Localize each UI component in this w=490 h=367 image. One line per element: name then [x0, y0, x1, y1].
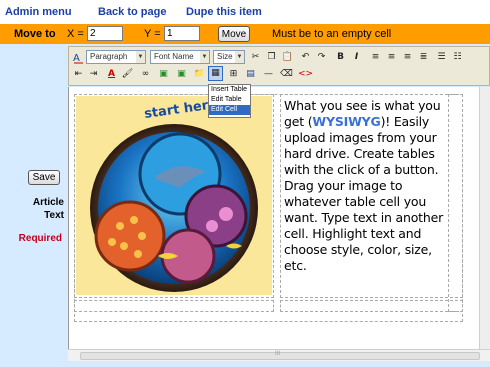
image-upload-icon[interactable]: ▣	[174, 67, 189, 82]
hr-icon[interactable]: —	[261, 67, 276, 82]
horizontal-scrollbar[interactable]: III	[68, 349, 490, 361]
thumb-grip-icon: III	[275, 351, 281, 357]
move-note: Must be to an empty cell	[272, 28, 392, 40]
outdent-icon[interactable]: ⇤	[71, 67, 86, 82]
required-label: Required	[18, 233, 62, 244]
admin-menu-link[interactable]: Admin menu	[5, 6, 72, 18]
align-center-icon[interactable]: ≡	[384, 50, 399, 65]
back-to-page-link[interactable]: Back to page	[98, 6, 166, 18]
y-label: Y =	[144, 28, 161, 40]
table-cell-empty[interactable]	[448, 94, 463, 312]
indent-icon[interactable]: ⇥	[86, 67, 101, 82]
body-text-part2: )! Easily upload images from your hard d…	[284, 114, 444, 273]
table-cell-empty[interactable]	[280, 300, 463, 312]
paste-icon[interactable]: 📋	[280, 50, 295, 65]
table-grid-icon[interactable]: ⊞	[226, 67, 241, 82]
save-button[interactable]: Save	[28, 170, 60, 185]
paragraph-select-value: Paragraph	[90, 52, 128, 61]
table-cell-empty[interactable]	[74, 300, 274, 312]
move-button[interactable]: Move	[218, 26, 250, 42]
cut-icon[interactable]: ✂	[248, 50, 263, 65]
article-label-line1: Article	[32, 197, 64, 208]
font-color-icon[interactable]: A	[104, 67, 119, 82]
unordered-list-icon[interactable]: ☷	[450, 50, 465, 65]
redo-icon[interactable]: ↷	[314, 50, 329, 65]
highlight-icon[interactable]: 🖌	[120, 67, 135, 82]
justify-icon[interactable]: ≣	[416, 50, 431, 65]
ocean-image[interactable]: start here	[76, 96, 272, 295]
font-name-select[interactable]: Font Name ▼	[150, 50, 210, 64]
svg-text:A: A	[73, 53, 80, 64]
article-text-label: Article Text	[12, 196, 64, 222]
chevron-down-icon: ▼	[136, 51, 145, 63]
article-label-line2: Text	[44, 210, 64, 221]
move-label: Move to	[14, 28, 56, 40]
undo-icon[interactable]: ↶	[298, 50, 313, 65]
spellcheck-icon[interactable]: A	[71, 50, 86, 65]
form-icon[interactable]: ▤	[243, 67, 258, 82]
y-input[interactable]	[164, 26, 200, 41]
menu-item-edit-table[interactable]: Edit Table	[209, 95, 250, 105]
x-label: X =	[67, 28, 84, 40]
top-nav: Admin menu Back to page Dupe this item	[0, 0, 490, 24]
x-input[interactable]	[87, 26, 123, 41]
ordered-list-icon[interactable]: ☰	[434, 50, 449, 65]
folder-icon[interactable]: 📁	[192, 67, 207, 82]
source-icon[interactable]: <>	[297, 67, 313, 82]
align-left-icon[interactable]: ≡	[368, 50, 383, 65]
table-icon[interactable]: ▦	[208, 66, 223, 81]
italic-icon[interactable]: I	[349, 50, 364, 65]
move-bar: Move to X = Y = Move Must be to an empty…	[0, 24, 490, 44]
ocean-graphic	[90, 124, 258, 292]
size-select-value: Size	[217, 52, 233, 61]
chevron-down-icon: ▼	[200, 51, 209, 63]
chevron-down-icon: ▼	[235, 51, 244, 63]
paragraph-select[interactable]: Paragraph ▼	[86, 50, 146, 64]
dupe-item-link[interactable]: Dupe this item	[186, 6, 262, 18]
vertical-scrollbar[interactable]	[479, 87, 490, 349]
scrollbar-thumb[interactable]: III	[80, 351, 480, 360]
wysiwyg-highlight: WYSIWYG	[312, 114, 381, 129]
link-icon[interactable]: ∞	[138, 67, 153, 82]
menu-item-insert-table[interactable]: Insert Table	[209, 85, 250, 95]
image-icon[interactable]: ▣	[156, 67, 171, 82]
font-select-value: Font Name	[154, 52, 194, 61]
eraser-icon[interactable]: ⌫	[279, 67, 294, 82]
size-select[interactable]: Size ▼	[213, 50, 245, 64]
table-menu: Insert Table Edit Table Edit Cell	[208, 84, 251, 118]
copy-icon[interactable]: ❐	[264, 50, 279, 65]
menu-item-edit-cell[interactable]: Edit Cell	[209, 105, 250, 115]
article-body-text[interactable]: What you see is what you get (WYSIWYG)! …	[284, 98, 450, 274]
align-right-icon[interactable]: ≡	[400, 50, 415, 65]
bold-icon[interactable]: B	[333, 50, 348, 65]
